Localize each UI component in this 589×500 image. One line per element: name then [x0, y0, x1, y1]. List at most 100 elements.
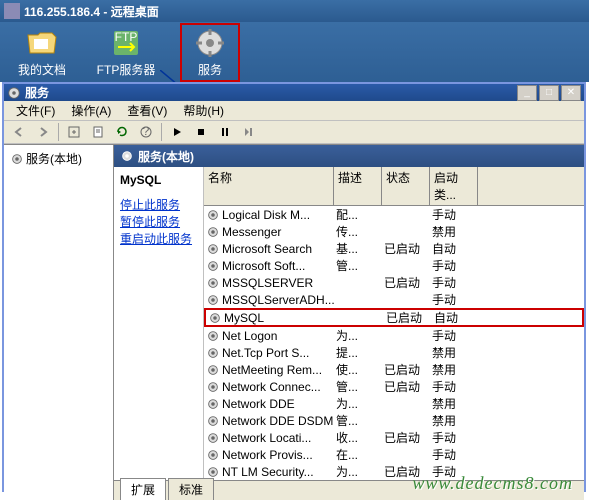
col-status[interactable]: 状态: [382, 167, 430, 205]
properties-button[interactable]: [87, 121, 109, 143]
help-button[interactable]: ?: [135, 121, 157, 143]
minimize-button[interactable]: _: [517, 85, 537, 101]
svc-startup: 手动: [432, 378, 480, 395]
icon-label: 服务: [198, 61, 222, 78]
service-row[interactable]: Microsoft Search基...已启动自动: [204, 240, 584, 257]
tree-root-services[interactable]: 服务(本地): [8, 149, 109, 168]
svc-desc: 基...: [336, 240, 384, 257]
svg-text:FTP: FTP: [115, 30, 138, 44]
service-row[interactable]: Net.Tcp Port S...提...禁用: [204, 344, 584, 361]
menu-file[interactable]: 文件(F): [8, 100, 63, 121]
ftp-server-icon[interactable]: FTP FTP服务器: [96, 27, 156, 78]
svc-startup: 手动: [432, 291, 480, 308]
col-desc[interactable]: 描述: [334, 167, 382, 205]
svc-status: 已启动: [384, 274, 432, 291]
service-list-pane: 名称 描述 状态 启动类... Logical Disk M...配...手动M…: [204, 167, 584, 480]
service-row[interactable]: Network DDE DSDM管...禁用: [204, 412, 584, 429]
gear-icon: [206, 431, 220, 445]
menu-help[interactable]: 帮助(H): [175, 100, 232, 121]
svc-status: 已启动: [384, 429, 432, 446]
svc-desc: 使...: [336, 361, 384, 378]
gear-icon: [206, 225, 220, 239]
remote-title: 116.255.186.4 - 远程桌面: [24, 3, 159, 20]
service-row[interactable]: Net Logon为...手动: [204, 327, 584, 344]
svc-desc: 管...: [336, 378, 384, 395]
restart-button[interactable]: [238, 121, 260, 143]
gear-icon: [206, 465, 220, 479]
window-icon: [7, 86, 21, 100]
svc-startup: 手动: [432, 446, 480, 463]
svc-status: 已启动: [384, 361, 432, 378]
toolbar: ?: [4, 121, 584, 144]
close-button[interactable]: ✕: [561, 85, 581, 101]
service-list-body[interactable]: Logical Disk M...配...手动Messenger传...禁用Mi…: [204, 206, 584, 480]
tab-standard[interactable]: 标准: [168, 478, 214, 500]
svc-startup: 自动: [434, 309, 482, 326]
tree-panel: 服务(本地): [4, 145, 114, 500]
panel-header: 服务(本地): [114, 145, 584, 167]
gear-icon: [206, 397, 220, 411]
service-row[interactable]: Network Connec...管...已启动手动: [204, 378, 584, 395]
svc-name: Messenger: [222, 225, 336, 239]
svc-desc: 配...: [336, 206, 384, 223]
menu-view[interactable]: 查看(V): [119, 100, 175, 121]
svc-startup: 禁用: [432, 361, 480, 378]
service-row[interactable]: MSSQLSERVER已启动手动: [204, 274, 584, 291]
col-name[interactable]: 名称: [204, 167, 334, 205]
service-row[interactable]: Messenger传...禁用: [204, 223, 584, 240]
restart-service-link[interactable]: 重启动此服务: [120, 231, 197, 248]
svg-text:?: ?: [143, 125, 150, 138]
tab-extended[interactable]: 扩展: [120, 478, 166, 500]
col-startup[interactable]: 启动类...: [430, 167, 478, 205]
svc-startup: 禁用: [432, 412, 480, 429]
gear-icon: [10, 152, 24, 166]
svc-desc: 管...: [336, 412, 384, 429]
refresh-button[interactable]: [111, 121, 133, 143]
my-documents-icon[interactable]: 我的文档: [12, 27, 72, 78]
service-row[interactable]: Network Locati...收...已启动手动: [204, 429, 584, 446]
service-row[interactable]: Network Provis...在...手动: [204, 446, 584, 463]
svc-name: Network Provis...: [222, 448, 336, 462]
service-row[interactable]: Microsoft Soft...管...手动: [204, 257, 584, 274]
service-row[interactable]: NetMeeting Rem...使...已启动禁用: [204, 361, 584, 378]
gear-icon: [206, 208, 220, 222]
service-row[interactable]: MSSQLServerADH...手动: [204, 291, 584, 308]
watermark: www.dedecms8.com: [412, 473, 573, 494]
actions-pane: MySQL 停止此服务 暂停此服务 重启动此服务: [114, 167, 204, 480]
stop-button[interactable]: [190, 121, 212, 143]
pause-service-link[interactable]: 暂停此服务: [120, 214, 197, 231]
svc-desc: 管...: [336, 257, 384, 274]
export-button[interactable]: [63, 121, 85, 143]
menu-action[interactable]: 操作(A): [63, 100, 119, 121]
gear-icon: [206, 448, 220, 462]
svc-name: Logical Disk M...: [222, 208, 336, 222]
service-row[interactable]: Logical Disk M...配...手动: [204, 206, 584, 223]
services-window: 服务 _ □ ✕ 文件(F) 操作(A) 查看(V) 帮助(H) ? 服务(本地…: [2, 82, 586, 492]
gear-icon: [206, 293, 220, 307]
gear-icon: [208, 311, 222, 325]
back-button[interactable]: [8, 121, 30, 143]
gear-icon: [206, 242, 220, 256]
gear-icon: [206, 380, 220, 394]
list-header: 名称 描述 状态 启动类...: [204, 167, 584, 206]
service-row[interactable]: Network DDE为...禁用: [204, 395, 584, 412]
maximize-button[interactable]: □: [539, 85, 559, 101]
service-row[interactable]: MySQL已启动自动: [204, 308, 584, 327]
play-button[interactable]: [166, 121, 188, 143]
svc-name: NetMeeting Rem...: [222, 363, 336, 377]
gear-icon: [206, 329, 220, 343]
panel-title: 服务(本地): [138, 148, 194, 165]
svc-status: 已启动: [384, 378, 432, 395]
pause-button[interactable]: [214, 121, 236, 143]
window-titlebar[interactable]: 服务 _ □ ✕: [4, 84, 584, 101]
forward-button[interactable]: [32, 121, 54, 143]
services-shortcut-icon[interactable]: 服务: [180, 23, 240, 82]
system-icon: [4, 3, 20, 19]
svc-status: 已启动: [384, 240, 432, 257]
svc-name: Network DDE: [222, 397, 336, 411]
svc-startup: 手动: [432, 274, 480, 291]
svc-desc: 为...: [336, 395, 384, 412]
stop-service-link[interactable]: 停止此服务: [120, 197, 197, 214]
svc-startup: 手动: [432, 429, 480, 446]
svc-name: Net.Tcp Port S...: [222, 346, 336, 360]
